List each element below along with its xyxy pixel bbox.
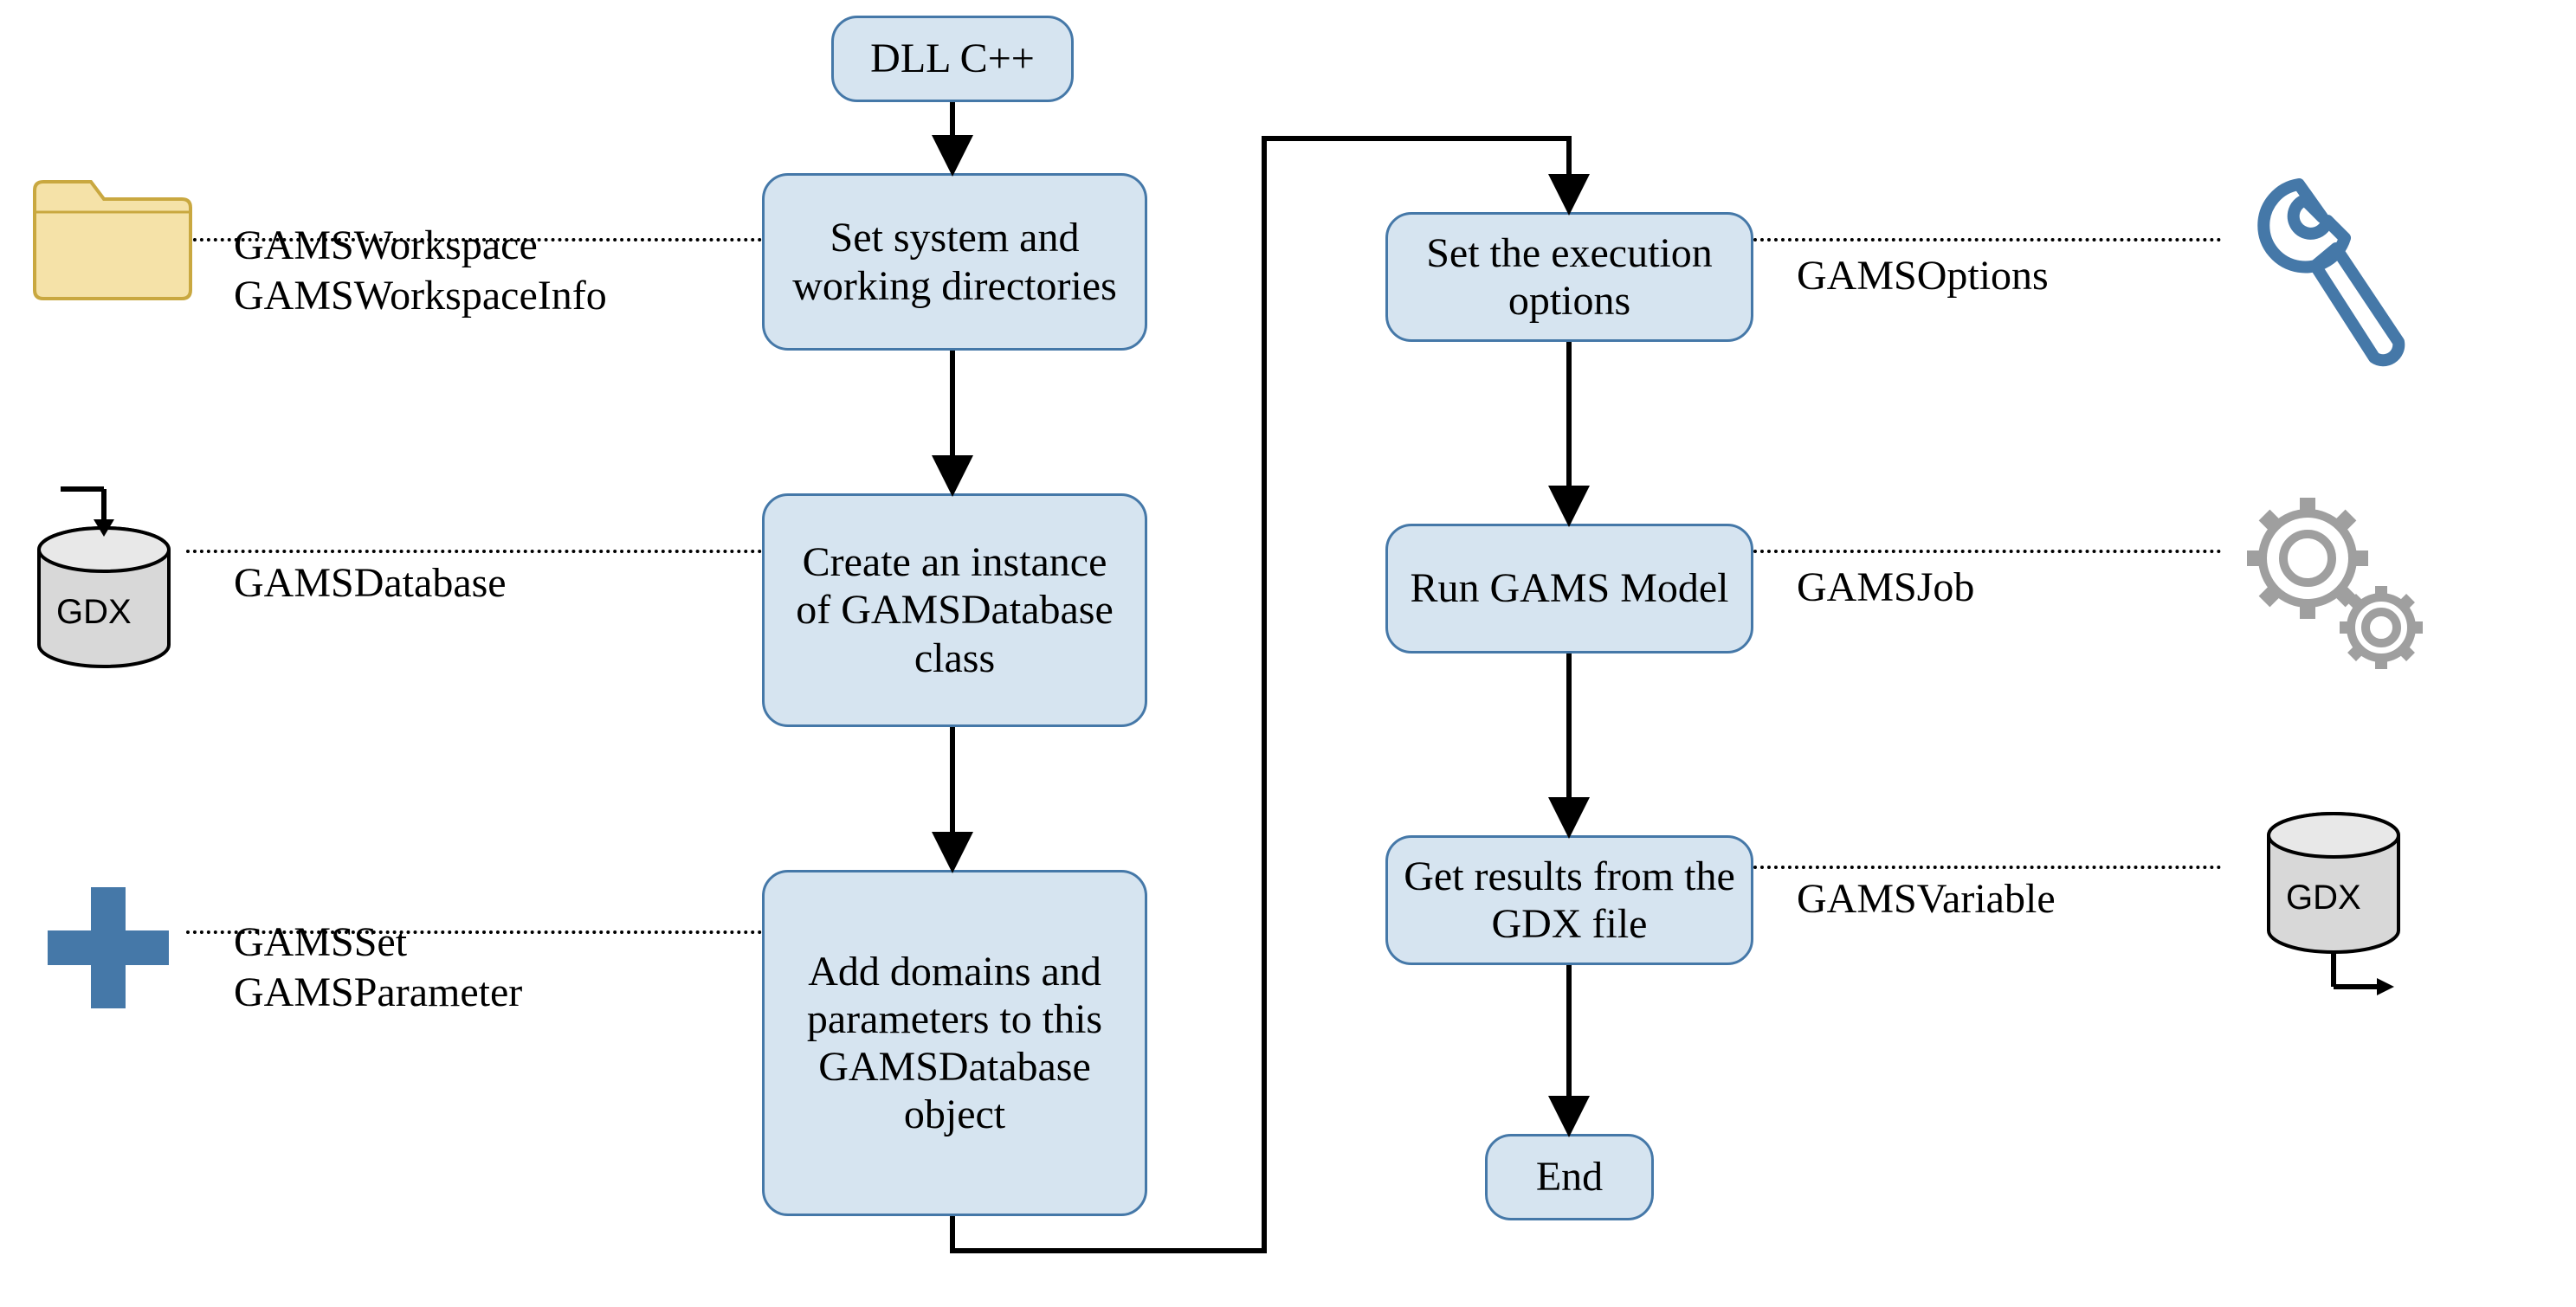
node-end: End [1485, 1134, 1654, 1220]
label-workspace-line2: GAMSWorkspaceInfo [234, 271, 607, 321]
label-database: GAMSDatabase [234, 558, 507, 608]
label-options-text: GAMSOptions [1797, 253, 2049, 299]
dotted-line-options [1753, 238, 2221, 241]
node-run-model-text: Run GAMS Model [1410, 564, 1728, 612]
gears-icon [2238, 485, 2429, 671]
node-set-directories: Set system and working directories [762, 173, 1147, 351]
node-get-results: Get results from the GDX file [1385, 835, 1753, 965]
gdx-in-text: GDX [56, 593, 132, 631]
label-workspace-line1: GAMSWorkspace [234, 221, 607, 271]
flowchart-connectors [0, 0, 2576, 1307]
label-set-line1: GAMSSet [234, 917, 522, 968]
node-dll-text: DLL C++ [870, 35, 1035, 82]
dotted-line-variable [1753, 866, 2221, 869]
gdx-database-output-icon: GDX [2256, 805, 2411, 1004]
label-variable: GAMSVariable [1797, 874, 2056, 924]
node-run-model: Run GAMS Model [1385, 524, 1753, 654]
label-set-line2: GAMSParameter [234, 968, 522, 1018]
node-add-domains: Add domains and parameters to this GAMSD… [762, 870, 1147, 1216]
dotted-line-database [186, 550, 762, 553]
gdx-out-text: GDX [2286, 879, 2361, 917]
node-set-directories-text: Set system and working directories [780, 214, 1129, 309]
node-create-database: Create an instance of GAMSDatabase class [762, 493, 1147, 727]
node-end-text: End [1536, 1153, 1603, 1201]
label-variable-text: GAMSVariable [1797, 876, 2056, 922]
gdx-database-input-icon: GDX [26, 480, 182, 671]
dotted-line-job [1753, 550, 2221, 553]
wrench-icon [2251, 169, 2416, 372]
node-get-results-text: Get results from the GDX file [1404, 853, 1735, 948]
node-set-options-text: Set the execution options [1404, 229, 1735, 325]
label-job: GAMSJob [1797, 563, 1974, 613]
label-database-text: GAMSDatabase [234, 560, 507, 606]
node-dll: DLL C++ [831, 16, 1074, 102]
node-set-options: Set the execution options [1385, 212, 1753, 342]
label-job-text: GAMSJob [1797, 564, 1974, 610]
label-options: GAMSOptions [1797, 251, 2049, 301]
label-workspace: GAMSWorkspace GAMSWorkspaceInfo [234, 221, 607, 320]
node-add-domains-text: Add domains and parameters to this GAMSD… [780, 948, 1129, 1139]
folder-icon [30, 169, 195, 303]
plus-icon [43, 883, 173, 1013]
node-create-database-text: Create an instance of GAMSDatabase class [780, 538, 1129, 682]
label-set: GAMSSet GAMSParameter [234, 917, 522, 1017]
